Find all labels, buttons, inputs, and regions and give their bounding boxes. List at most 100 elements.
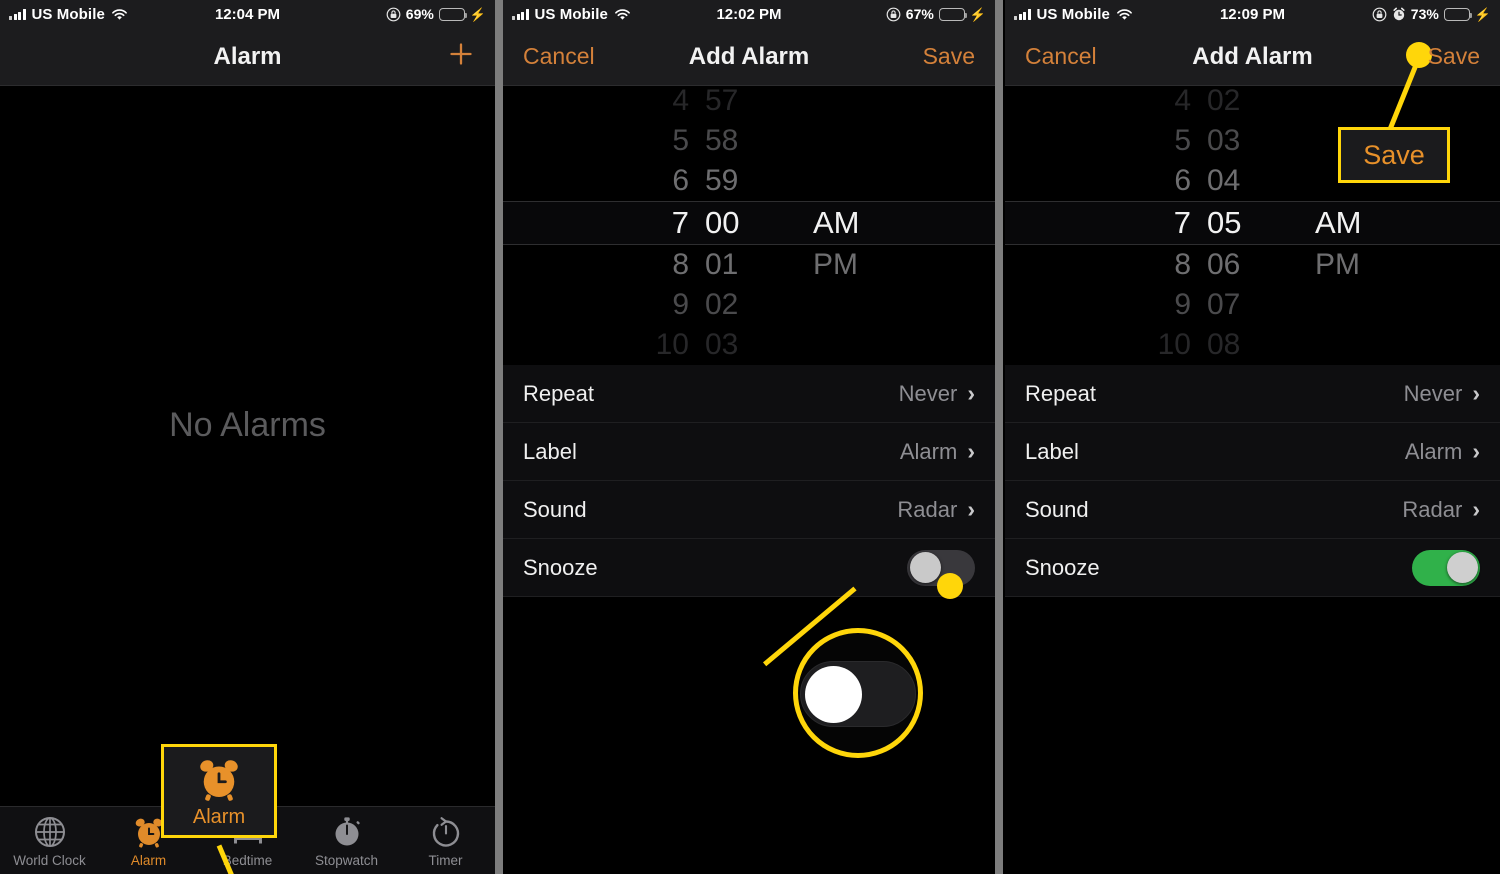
row-value: Alarm [1404,438,1463,464]
stopwatch-icon [335,816,360,845]
row-label-setting[interactable]: Label Alarm › [1005,423,1500,481]
toggle-switch-icon [1446,552,1478,583]
status-right: 69% ⚡ [386,6,486,22]
snooze-toggle-magnified [800,661,916,727]
empty-state-label: No Alarms [169,405,326,444]
row-sound[interactable]: Sound Radar › [1005,481,1500,539]
bed-icon [233,825,262,843]
tab-bedtime[interactable]: Bedtime [198,814,297,868]
picker-column-minutes[interactable]: 02 03 04 05 06 07 08 [1207,86,1285,365]
picker-column-meridiem[interactable]: AM PM [1315,86,1410,365]
row-right: Never › [899,381,975,407]
picker-cell[interactable]: 4 [1113,86,1191,121]
save-button[interactable]: Save [923,43,975,70]
annotation-magnifier-ring [793,628,923,758]
picker-cell[interactable]: 5 [611,121,689,161]
picker-cell[interactable]: 06 [1207,245,1285,285]
alarm-clock-icon [135,818,162,848]
picker-column-hours[interactable]: 4 5 6 7 8 9 10 [611,86,689,365]
chevron-right-icon: › [1472,438,1480,464]
picker-cell[interactable]: 57 [705,86,783,121]
picker-cell[interactable]: 9 [1113,285,1191,325]
save-button[interactable]: Save [1428,43,1480,70]
alarm-set-icon [1393,7,1405,21]
row-value: Radar [897,496,958,522]
tab-label: Timer [428,852,463,868]
carrier-name: US Mobile [534,5,608,23]
picker-cell[interactable]: 8 [1113,245,1191,285]
picker-cell-selected[interactable]: AM [1315,203,1410,243]
row-sound[interactable]: Sound Radar › [503,481,995,539]
tab-label: Bedtime [222,852,273,868]
snooze-toggle[interactable] [907,549,975,586]
row-value: Never [898,380,958,406]
row-label: Sound [523,496,587,522]
picker-cell[interactable]: 01 [705,245,783,285]
row-right: Alarm › [1405,439,1480,465]
picker-cell[interactable]: 58 [705,121,783,161]
status-right: 73% ⚡ [1372,6,1491,22]
row-repeat[interactable]: Repeat Never › [503,365,995,423]
picker-cell[interactable]: 5 [1113,121,1191,161]
picker-cell[interactable]: 07 [1207,285,1285,325]
status-left: US Mobile [512,6,631,23]
picker-column-minutes[interactable]: 57 58 59 00 01 02 03 [705,86,783,365]
timer-icon [432,816,459,847]
picker-cell-selected[interactable]: 7 [1113,203,1191,243]
status-bar: US Mobile 12:09 PM 73% ⚡ [1005,0,1500,28]
rotation-lock-icon [386,7,401,21]
row-label: Snooze [1025,554,1100,580]
picker-cell-selected[interactable]: 00 [705,203,783,243]
picker-cell[interactable]: 10 [611,325,689,365]
panel-divider [995,0,1003,874]
tab-timer[interactable]: Timer [396,814,495,868]
annotation-leader-line [762,586,857,667]
rotation-lock-icon [886,7,901,21]
time-picker[interactable]: 4 5 6 7 8 9 10 02 03 04 05 06 07 08 AM P… [1005,86,1500,365]
cancel-button[interactable]: Cancel [1025,43,1097,70]
time-picker[interactable]: 4 5 6 7 8 9 10 57 58 59 00 01 02 03 AM P… [503,86,995,365]
picker-cell-selected[interactable]: 7 [611,203,689,243]
row-label: Snooze [523,554,598,580]
tab-alarm[interactable]: Alarm [99,814,198,868]
row-repeat[interactable]: Repeat Never › [1005,365,1500,423]
row-label-setting[interactable]: Label Alarm › [503,423,995,481]
globe-icon [34,816,65,847]
battery-percent: 73% [1410,6,1439,22]
plus-icon[interactable] [447,40,475,68]
battery-percent: 67% [905,6,934,22]
chevron-right-icon: › [967,438,975,464]
picker-cell[interactable]: 6 [611,161,689,201]
picker-cell[interactable]: 04 [1207,161,1285,201]
picker-cell[interactable]: 02 [1207,86,1285,121]
picker-cell[interactable]: 03 [1207,121,1285,161]
picker-cell[interactable]: 9 [611,285,689,325]
status-left: US Mobile [1014,6,1133,23]
row-snooze[interactable]: Snooze [503,539,995,597]
picker-cell[interactable]: 4 [611,86,689,121]
tab-stopwatch[interactable]: Stopwatch [297,814,396,868]
picker-column-meridiem[interactable]: AM PM [813,86,908,365]
picker-cell[interactable]: 59 [705,161,783,201]
picker-cell[interactable]: 6 [1113,161,1191,201]
row-right [1412,549,1480,586]
carrier-name: US Mobile [31,5,105,23]
cancel-button[interactable]: Cancel [523,43,595,70]
alarm-settings-list: Repeat Never › Label Alarm › Sound Radar… [1005,365,1500,597]
picker-cell-selected[interactable]: 05 [1207,203,1285,243]
picker-column-hours[interactable]: 4 5 6 7 8 9 10 [1113,86,1191,365]
picker-cell[interactable]: 08 [1207,325,1285,365]
picker-cell[interactable]: PM [813,245,908,285]
carrier-name: US Mobile [1036,5,1110,23]
picker-cell-selected[interactable]: AM [813,203,908,243]
tab-world-clock[interactable]: World Clock [0,814,99,868]
wifi-icon [1117,8,1132,20]
battery-icon [938,7,968,21]
snooze-toggle[interactable] [1412,549,1480,586]
picker-cell[interactable]: 03 [705,325,783,365]
picker-cell[interactable]: 8 [611,245,689,285]
picker-cell[interactable]: 02 [705,285,783,325]
picker-cell[interactable]: PM [1315,245,1410,285]
picker-cell[interactable]: 10 [1113,325,1191,365]
row-snooze[interactable]: Snooze [1005,539,1500,597]
